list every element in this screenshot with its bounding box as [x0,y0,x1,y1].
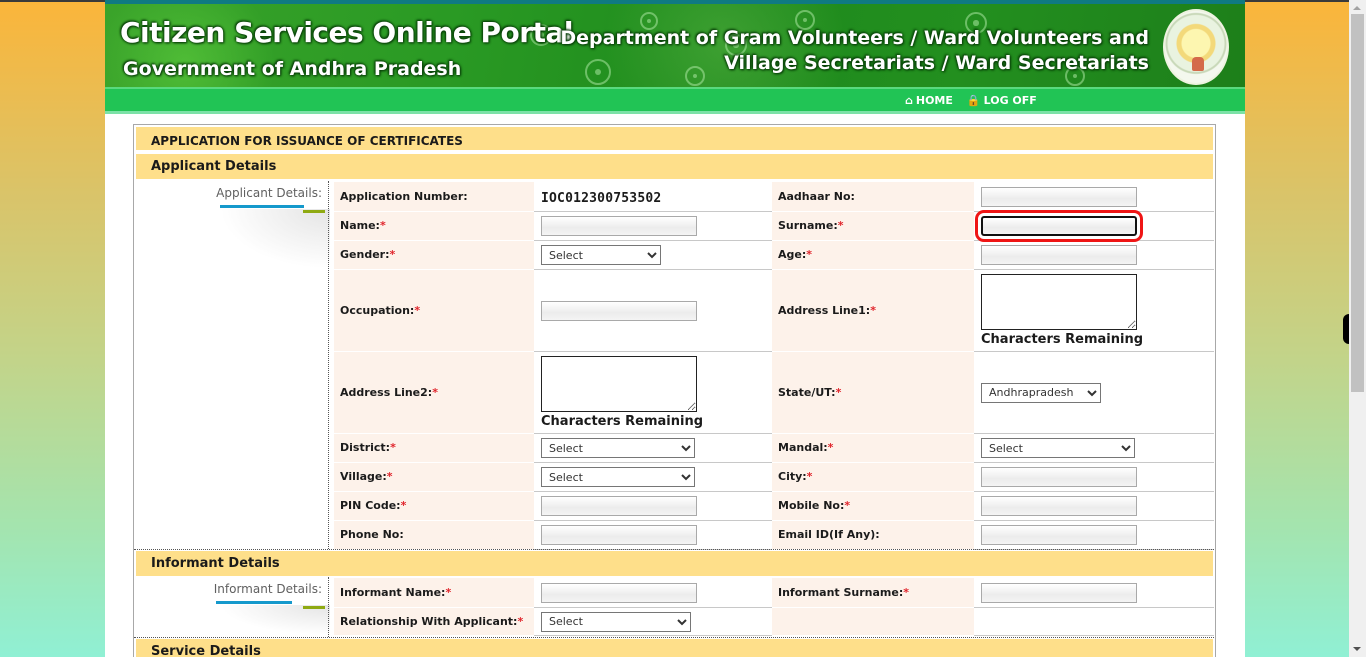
table-row: Informant Name:* Informant Surname:* [334,578,1214,608]
table-row: District:* Select Mandal:* Select [334,433,1214,463]
scroll-up-arrow-icon[interactable] [1353,6,1361,10]
portal-subtitle: Government of Andhra Pradesh [123,58,462,80]
home-label: HOME [915,94,953,107]
gender-label: Gender:* [334,240,534,270]
portal-title: Citizen Services Online Portal [120,16,573,49]
applicant-section-header: Applicant Details [136,154,1213,179]
divider [328,577,329,637]
applicant-details-table: Application Number: IOC012300753502 Aadh… [334,182,1214,550]
home-link[interactable]: ⌂ HOME [905,94,953,107]
divider [134,549,1214,550]
form-title: APPLICATION FOR ISSUANCE OF CERTIFICATES [136,127,1213,152]
vertical-scrollbar[interactable] [1349,0,1366,657]
address-line1-textarea[interactable] [981,273,1137,330]
address-line2-char-counter: Characters Remaining [541,413,704,429]
pin-code-label: PIN Code:* [334,491,534,521]
table-row: Phone No: Email ID(If Any): [334,520,1214,550]
email-input[interactable] [981,525,1137,546]
header-banner: Citizen Services Online Portal Governmen… [105,0,1245,87]
empty-label-cell [772,607,974,636]
table-row: Address Line2:* Characters Remaining Sta… [334,351,1214,434]
department-line-1: Department of Gram Volunteers / Ward Vol… [560,27,1149,49]
surname-input[interactable] [975,210,1143,243]
scrollbar-thumb[interactable] [1351,14,1364,392]
village-select[interactable]: Select [541,467,695,488]
relationship-label: Relationship With Applicant:* [334,607,534,636]
table-row: Application Number: IOC012300753502 Aadh… [334,182,1214,212]
top-navbar: ⌂ HOME 🔒 LOG OFF [105,87,1245,114]
occupation-input[interactable] [541,300,697,321]
name-input[interactable] [541,216,697,237]
village-label: Village:* [334,462,534,492]
applicant-side-label: Applicant Details: [216,186,322,200]
age-input[interactable] [981,245,1137,266]
service-section-header: Service Details [136,639,1213,657]
table-row: Occupation:* Address Line1:* Characters … [334,269,1214,352]
divider [134,637,1214,638]
table-row: Gender:* Select Age:* [334,240,1214,270]
empty-value-cell [974,607,1214,636]
informant-name-input[interactable] [541,583,697,603]
department-name: Department of Gram Volunteers / Ward Vol… [560,26,1149,76]
aadhaar-label: Aadhaar No: [772,182,974,212]
pin-code-input[interactable] [541,496,697,517]
department-line-2: Village Secretariats / Ward Secretariats [724,52,1149,74]
mobile-label: Mobile No:* [772,491,974,521]
table-row: Relationship With Applicant:* Select [334,607,1214,636]
state-label: State/UT:* [772,351,974,434]
table-row: PIN Code:* Mobile No:* [334,491,1214,521]
aadhaar-input[interactable] [981,187,1137,207]
logoff-label: LOG OFF [983,94,1037,107]
informant-name-label: Informant Name:* [334,578,534,608]
name-label: Name:* [334,211,534,241]
portal-page: Citizen Services Online Portal Governmen… [105,0,1245,657]
certificate-application-form: APPLICATION FOR ISSUANCE OF CERTIFICATES… [133,124,1216,657]
divider [328,181,329,549]
informant-surname-input[interactable] [981,583,1137,603]
district-label: District:* [334,433,534,463]
lock-icon: 🔒 [966,94,981,107]
district-select[interactable]: Select [541,438,695,459]
mandal-label: Mandal:* [772,433,974,463]
application-number-label: Application Number: [334,182,534,212]
application-number-value: IOC012300753502 [541,190,662,206]
gender-select[interactable]: Select [541,245,661,266]
mobile-input[interactable] [981,496,1137,517]
address-line2-textarea[interactable] [541,355,697,412]
relationship-select[interactable]: Select [541,611,691,632]
mandal-select[interactable]: Select [981,438,1135,459]
phone-label: Phone No: [334,520,534,550]
state-emblem-icon [1163,9,1229,85]
surname-label: Surname:* [772,211,974,241]
phone-input[interactable] [541,525,697,546]
informant-section-header: Informant Details [136,551,1213,576]
occupation-label: Occupation:* [334,269,534,352]
address-line1-char-counter: Characters Remaining [981,331,1144,347]
informant-side-label: Informant Details: [213,582,322,596]
address-line2-label: Address Line2:* [334,351,534,434]
state-select[interactable]: Andhrapradesh [981,382,1101,403]
age-label: Age:* [772,240,974,270]
city-input[interactable] [981,467,1137,488]
address-line1-label: Address Line1:* [772,269,974,352]
informant-details-table: Informant Name:* Informant Surname:* Rel… [334,578,1214,636]
table-row: Name:* Surname:* [334,210,1214,243]
logoff-link[interactable]: 🔒 LOG OFF [967,94,1037,107]
lion-capital-icon [1192,57,1204,71]
informant-surname-label: Informant Surname:* [772,578,974,608]
table-row: Village:* Select City:* [334,462,1214,492]
email-label: Email ID(If Any): [772,520,974,550]
scroll-down-arrow-icon[interactable] [1353,647,1361,651]
home-icon: ⌂ [905,94,913,107]
city-label: City:* [772,462,974,492]
